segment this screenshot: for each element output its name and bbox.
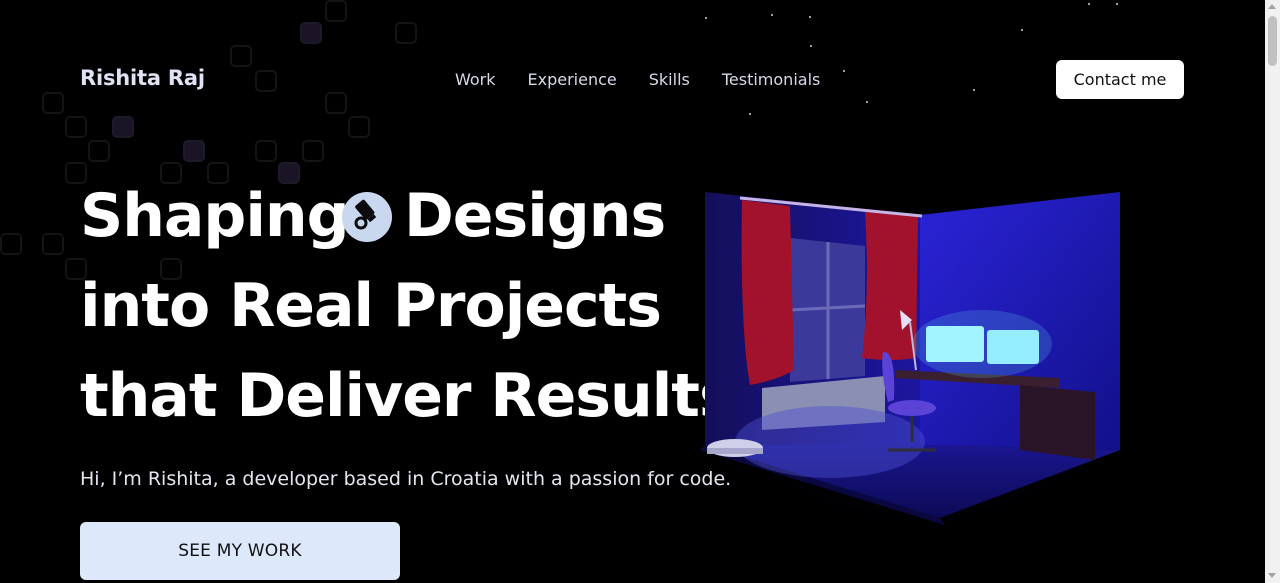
nav-link-testimonials[interactable]: Testimonials: [722, 70, 821, 89]
page: Rishita Raj Work Experience Skills Testi…: [0, 0, 1265, 583]
scrollbar-thumb[interactable]: [1268, 16, 1277, 66]
hero-headline-line1-end: Designs: [404, 181, 666, 251]
nav-link-work[interactable]: Work: [455, 70, 496, 89]
hero-intro-text: Hi, I’m Rishita, a developer based in Cr…: [80, 468, 732, 490]
page-scrollbar[interactable]: [1265, 0, 1280, 583]
contact-me-button[interactable]: Contact me: [1056, 60, 1184, 99]
site-logo[interactable]: Rishita Raj: [80, 66, 205, 90]
hero-headline-line1-start: Shaping: [80, 181, 350, 251]
3d-room-illustration: [690, 180, 1150, 540]
nav-link-skills[interactable]: Skills: [649, 70, 690, 89]
design-tool-icon: [342, 192, 392, 242]
hero-headline-line3: that Deliver Results: [80, 361, 735, 431]
main-nav: Work Experience Skills Testimonials: [455, 70, 820, 89]
grid-pattern-decoration: [0, 0, 420, 300]
scroll-up-arrow-icon[interactable]: [1268, 4, 1276, 9]
hero-headline-line2: into Real Projects: [80, 271, 662, 341]
see-my-work-button[interactable]: SEE MY WORK: [80, 522, 400, 580]
scroll-down-arrow-icon[interactable]: [1268, 573, 1276, 578]
nav-link-experience[interactable]: Experience: [528, 70, 617, 89]
